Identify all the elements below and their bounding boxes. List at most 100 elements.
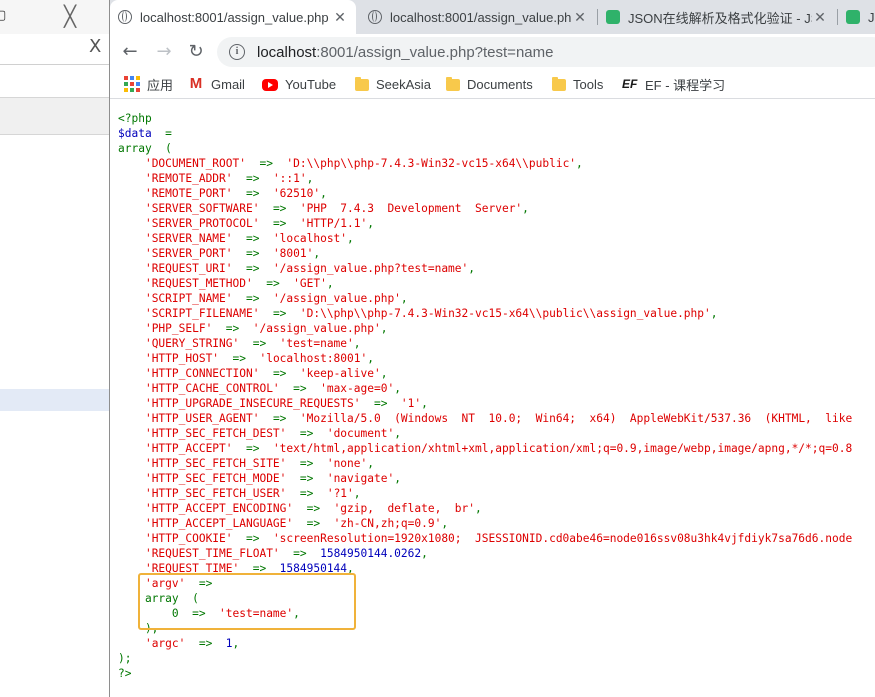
reload-icon[interactable]: ↻: [184, 40, 208, 64]
code-line: 'HTTP_USER_AGENT' => 'Mozilla/5.0 (Windo…: [118, 411, 852, 426]
code-line: 'REQUEST_URI' => '/assign_value.php?test…: [118, 261, 852, 276]
code-token: );: [118, 652, 132, 665]
code-token: ,: [400, 292, 408, 305]
code-token: 'D:\\php\\php-7.4.3-Win32-vc15-x64\\publ…: [286, 157, 577, 170]
background-window: ▢ ╳ X: [0, 0, 110, 697]
ef-icon: EF: [622, 77, 638, 91]
code-token: ,: [380, 367, 388, 380]
globe-icon: [368, 10, 382, 24]
code-token: =>: [259, 307, 300, 320]
bookmark-apps[interactable]: 应用: [124, 74, 173, 94]
bookmark-ef[interactable]: EF EF - 课程学习: [622, 74, 725, 94]
code-token: 'SCRIPT_NAME': [144, 292, 233, 305]
code-line: 'HTTP_ACCEPT_LANGUAGE' => 'zh-CN,zh;q=0.…: [118, 516, 852, 531]
tab-assign-value-active[interactable]: localhost:8001/assign_value.php ✕: [110, 0, 356, 34]
code-token: =: [151, 127, 172, 140]
close-icon[interactable]: ✕: [332, 9, 348, 26]
browser-toolbar: ← → ↻ i localhost:8001/assign_value.php?…: [110, 34, 875, 70]
code-token: 'text/html,application/xhtml+xml,applica…: [272, 442, 853, 455]
bookmark-seekasia[interactable]: SeekAsia: [355, 74, 431, 94]
code-line: 'HTTP_SEC_FETCH_USER' => '?1',: [118, 486, 852, 501]
code-token: 'HTTP_ACCEPT_ENCODING': [144, 502, 294, 515]
tab-json-validator[interactable]: JSON在线解析及格式化验证 - JSON ✕: [598, 0, 836, 34]
code-token: =>: [232, 442, 273, 455]
code-line: <?php: [118, 111, 852, 126]
close-icon[interactable]: ✕: [812, 9, 828, 26]
tab-assign-value[interactable]: localhost:8001/assign_value.php ✕: [360, 0, 596, 34]
code-line: 'SERVER_PROTOCOL' => 'HTTP/1.1',: [118, 216, 852, 231]
info-icon[interactable]: i: [229, 44, 245, 60]
code-token: 'HTTP_CACHE_CONTROL': [144, 382, 280, 395]
code-token: =>: [259, 202, 300, 215]
code-token: 'HTTP_SEC_FETCH_DEST': [144, 427, 287, 440]
code-token: =>: [219, 352, 260, 365]
close-icon[interactable]: X: [89, 38, 105, 56]
code-line: 'HTTP_SEC_FETCH_MODE' => 'navigate',: [118, 471, 852, 486]
tab-json-partial[interactable]: J: [838, 0, 875, 34]
code-line: 'HTTP_UPGRADE_INSECURE_REQUESTS' => '1',: [118, 396, 852, 411]
background-window-header-band: [0, 97, 109, 135]
restore-icon[interactable]: ▢: [0, 9, 7, 22]
code-token: 1: [225, 637, 233, 650]
code-line: 'REMOTE_PORT' => '62510',: [118, 186, 852, 201]
code-line: 'SCRIPT_NAME' => '/assign_value.php',: [118, 291, 852, 306]
code-token: ,: [232, 637, 240, 650]
code-line: $data =: [118, 126, 852, 141]
code-token: =>: [259, 217, 300, 230]
close-icon[interactable]: ╳: [64, 6, 82, 26]
code-token: ,: [421, 397, 428, 410]
code-token: =>: [293, 502, 334, 515]
code-token: ,: [313, 247, 321, 260]
globe-icon: [118, 10, 132, 24]
bookmark-youtube[interactable]: YouTube: [262, 74, 336, 94]
code-token: =>: [286, 457, 327, 470]
page-content: <?php $data = array ( 'DOCUMENT_ROOT' => '…: [110, 99, 875, 697]
code-token: 'localhost:8001': [259, 352, 368, 365]
code-token: 'PHP_SELF': [144, 322, 213, 335]
code-token: =>: [259, 367, 300, 380]
code-line: 'REQUEST_METHOD' => 'GET',: [118, 276, 852, 291]
bookmark-gmail[interactable]: M Gmail: [188, 74, 245, 94]
code-token: 'HTTP_ACCEPT': [144, 442, 233, 455]
code-line: 'HTTP_COOKIE' => 'screenResolution=1920x…: [118, 531, 852, 546]
code-token: ,: [367, 352, 374, 365]
tab-title: J: [868, 9, 875, 25]
bookmark-documents[interactable]: Documents: [446, 74, 533, 94]
bookmark-tools[interactable]: Tools: [552, 74, 603, 94]
bookmark-label: 应用: [147, 77, 174, 93]
code-token: ,: [394, 472, 401, 485]
code-token: 'D:\\php\\php-7.4.3-Win32-vc15-x64\\publ…: [299, 307, 711, 320]
code-token: ,: [394, 427, 401, 440]
code-token: 'REQUEST_METHOD': [144, 277, 253, 290]
code-line: 'SERVER_SOFTWARE' => 'PHP 7.4.3 Developm…: [118, 201, 852, 216]
code-line: 'REQUEST_TIME_FLOAT' => 1584950144.0262,: [118, 546, 852, 561]
code-token: 'HTTP_COOKIE': [144, 532, 233, 545]
code-token: =>: [286, 487, 327, 500]
code-token: =>: [286, 472, 327, 485]
bookmark-label: EF - 课程学习: [645, 77, 726, 93]
code-token: 'HTTP_SEC_FETCH_USER': [144, 487, 287, 500]
back-arrow-icon[interactable]: ←: [118, 40, 142, 64]
code-token: 'DOCUMENT_ROOT': [144, 157, 246, 170]
code-line: 'HTTP_HOST' => 'localhost:8001',: [118, 351, 852, 366]
code-token: =>: [232, 247, 273, 260]
code-line: 'SCRIPT_FILENAME' => 'D:\\php\\php-7.4.3…: [118, 306, 852, 321]
youtube-icon: [262, 79, 278, 91]
forward-arrow-icon[interactable]: →: [152, 40, 176, 64]
code-token: 'argc': [144, 637, 186, 650]
close-icon[interactable]: ✕: [572, 9, 588, 26]
address-bar[interactable]: i localhost:8001/assign_value.php?test=n…: [217, 37, 875, 67]
background-window-selected-row[interactable]: [0, 389, 109, 411]
code-token: ,: [367, 457, 374, 470]
url-text[interactable]: localhost:8001/assign_value.php?test=nam…: [257, 44, 553, 61]
